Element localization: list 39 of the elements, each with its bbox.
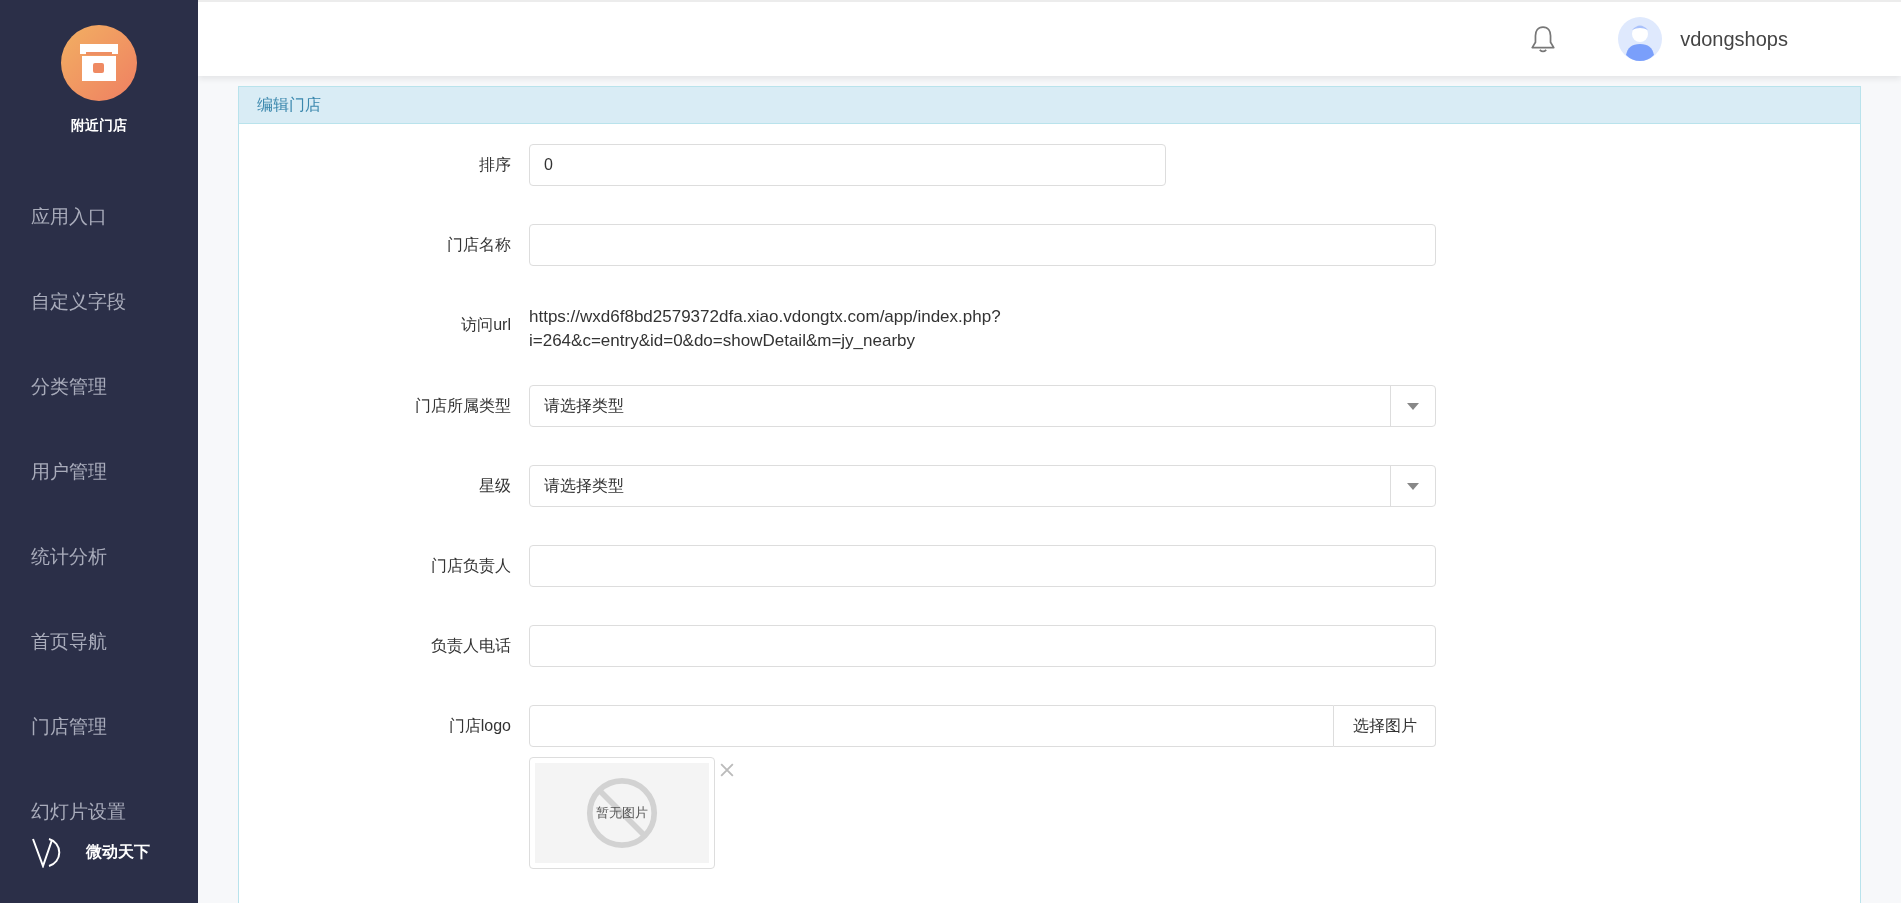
input-field[interactable] — [529, 625, 1436, 667]
brand-name: 微动天下 — [86, 841, 150, 862]
username[interactable]: vdongshops — [1680, 27, 1788, 51]
field-label: 门店负责人 — [430, 556, 512, 576]
field-label: 访问url — [460, 315, 512, 335]
field-label: 门店所属类型 — [414, 396, 512, 416]
field-label: 排序 — [478, 155, 512, 175]
caret-icon — [1407, 402, 1419, 410]
sidebar-item[interactable]: 门店管理 — [0, 715, 107, 738]
close-icon — [720, 763, 734, 777]
sidebar-item[interactable]: 统计分析 — [0, 545, 107, 568]
store-logo-icon — [61, 25, 137, 101]
avatar-icon — [1618, 17, 1663, 61]
url-text: https://wxd6f8bd2579372dfa.xiao.vdongtx.com/app/index.php? i=264&c=entry&id=0&do=showDetail&m=jy_nearby — [529, 306, 1001, 347]
select-field[interactable]: 请选择类型 — [529, 385, 1436, 427]
input-field[interactable] — [529, 705, 1334, 747]
no-image-icon — [586, 777, 658, 849]
caret-icon — [1407, 482, 1419, 490]
bell-icon — [1530, 25, 1557, 53]
select-value: 请选择类型 — [543, 475, 625, 496]
sidebar-item[interactable]: 分类管理 — [0, 375, 107, 398]
panel-header: 编辑门店 — [239, 87, 1860, 124]
sidebar-item[interactable]: 首页导航 — [0, 630, 107, 653]
sidebar-item[interactable]: 自定义字段 — [0, 290, 126, 313]
sidebar-item[interactable]: 幻灯片设置 — [0, 800, 126, 823]
field-label: 门店名称 — [446, 235, 512, 255]
app-name: 附近门店 — [71, 117, 127, 135]
no-image-text: 暂无图片 — [596, 804, 648, 822]
choose-image-button[interactable]: 选择图片 — [1334, 705, 1436, 747]
select-field[interactable]: 请选择类型 — [529, 465, 1436, 507]
select-value: 请选择类型 — [543, 395, 625, 416]
input-field[interactable] — [529, 224, 1436, 266]
field-label: 门店logo — [447, 716, 512, 736]
field-label: 星级 — [478, 476, 512, 496]
input-field[interactable] — [529, 545, 1436, 587]
sidebar-item[interactable]: 用户管理 — [0, 460, 107, 483]
input-field[interactable]: 0 — [529, 144, 1166, 186]
field-label: 负责人电话 — [430, 636, 512, 656]
sidebar-item[interactable]: 应用入口 — [0, 205, 107, 228]
